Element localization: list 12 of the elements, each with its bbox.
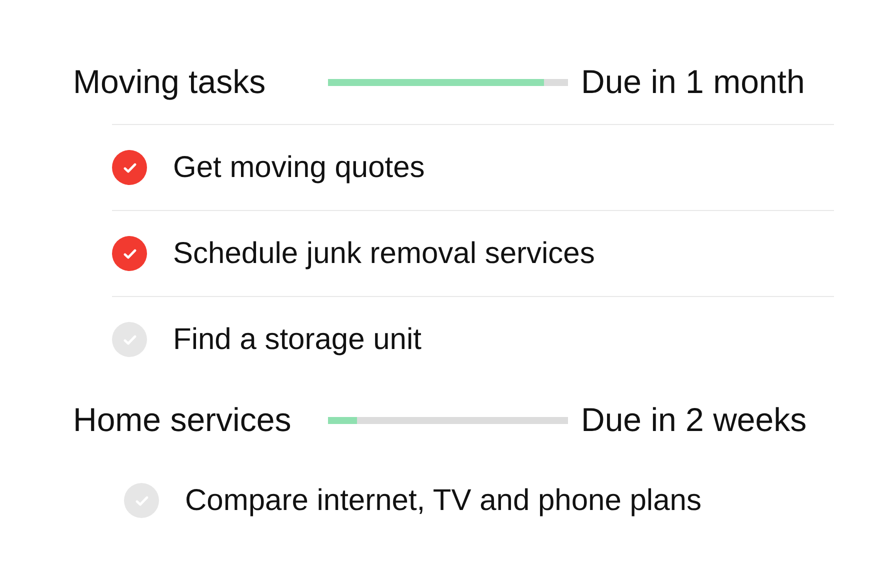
task-label: Find a storage unit — [173, 322, 422, 358]
due-label: Due in 2 weeks — [581, 400, 807, 440]
checkbox[interactable] — [112, 322, 147, 357]
section-title: Moving tasks — [73, 62, 267, 102]
due-label: Due in 1 month — [581, 62, 805, 102]
checkbox[interactable] — [112, 150, 147, 185]
checkbox[interactable] — [124, 483, 159, 518]
checkbox[interactable] — [112, 236, 147, 271]
task-label: Compare internet, TV and phone plans — [185, 483, 702, 519]
task-label: Schedule junk removal services — [173, 236, 595, 272]
section-title: Home services — [73, 400, 292, 440]
task-label: Get moving quotes — [173, 150, 425, 186]
